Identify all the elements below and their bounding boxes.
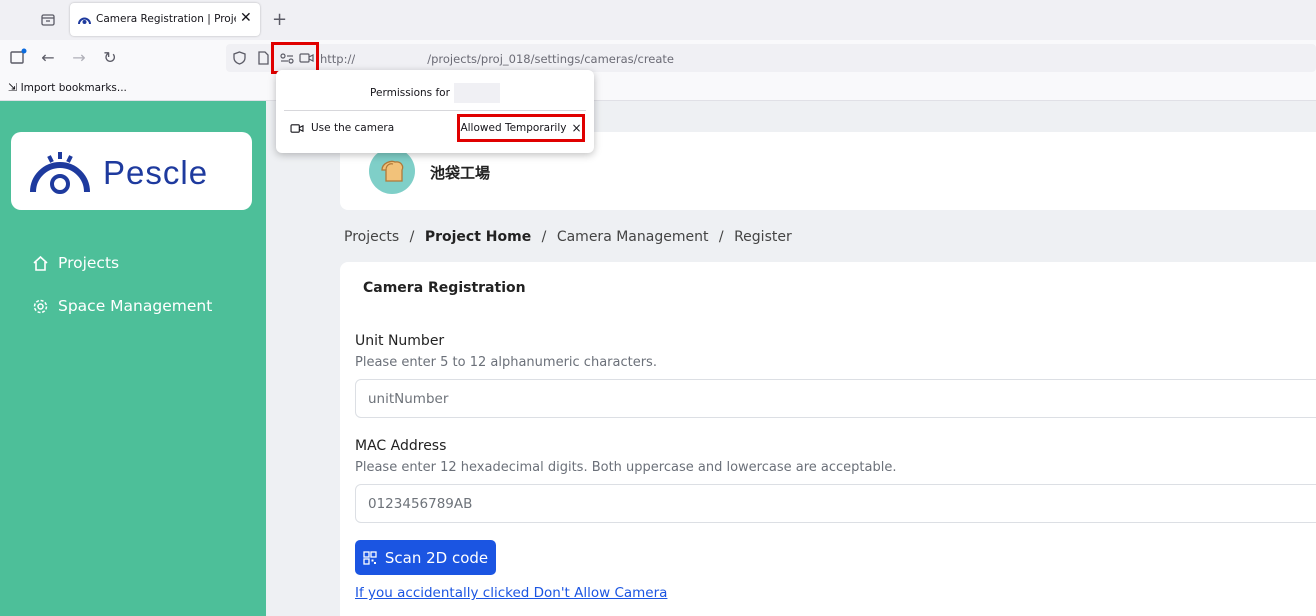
gear-icon <box>33 299 48 313</box>
form-title: Camera Registration <box>363 280 526 296</box>
unit-number-help: Please enter 5 to 12 alphanumeric charac… <box>355 355 657 370</box>
sidebar-item-label: Space Management <box>58 297 213 315</box>
home-icon <box>33 255 48 271</box>
breadcrumb-project-home[interactable]: Project Home <box>425 229 531 245</box>
sidebar-item-space-management[interactable]: Space Management <box>32 297 212 315</box>
camera-permission-row: Use the camera <box>290 122 394 134</box>
scan-button-label: Scan 2D code <box>384 548 489 567</box>
scan-2d-code-button[interactable]: Scan 2D code <box>355 540 496 575</box>
mac-address-placeholder: 0123456789AB <box>368 495 473 512</box>
unit-number-label: Unit Number <box>355 333 445 349</box>
qr-code-icon <box>363 550 377 565</box>
logo-card[interactable]: Pescle <box>11 132 252 210</box>
mac-address-label: MAC Address <box>355 438 447 454</box>
tab-close-icon[interactable]: ✕ <box>240 10 252 26</box>
tab-list-icon[interactable] <box>38 10 58 30</box>
camera-help-link[interactable]: If you accidentally clicked Don't Allow … <box>355 585 667 601</box>
mac-address-help: Please enter 12 hexadecimal digits. Both… <box>355 460 897 475</box>
permissions-header: Permissions for <box>276 83 594 103</box>
popup-divider <box>284 110 586 111</box>
bread-icon <box>381 160 404 182</box>
url-prefix: http:// <box>320 52 356 66</box>
sidebar-item-projects[interactable]: Projects <box>32 254 119 272</box>
camera-registration-card: Camera Registration Unit Number Please e… <box>340 262 1316 616</box>
breadcrumb: Projects / Project Home / Camera Managem… <box>344 229 792 245</box>
permissions-title: Permissions for <box>370 87 450 99</box>
permissions-popup: Permissions for Use the camera Allowed T… <box>276 70 594 153</box>
sidebar-toggle-icon[interactable] <box>8 47 28 67</box>
url-host-redacted <box>355 51 428 63</box>
page-info-icon[interactable] <box>256 50 270 66</box>
reload-icon[interactable]: ↻ <box>100 47 120 67</box>
active-tab[interactable]: Camera Registration | Project M ✕ <box>70 3 260 36</box>
new-tab-button[interactable]: + <box>272 9 287 30</box>
unit-number-input[interactable]: unitNumber <box>355 379 1316 418</box>
import-icon: ⇲ <box>8 81 18 94</box>
breadcrumb-projects[interactable]: Projects <box>344 229 399 245</box>
import-bookmarks-link[interactable]: ⇲ Import bookmarks... <box>8 81 127 94</box>
breadcrumb-camera-management[interactable]: Camera Management <box>557 229 709 245</box>
unit-number-placeholder: unitNumber <box>368 390 449 407</box>
camera-status-label: Allowed Temporarily <box>460 122 567 134</box>
permissions-icon[interactable] <box>279 50 295 66</box>
shield-icon[interactable] <box>231 50 247 66</box>
revoke-permission-icon[interactable]: × <box>571 121 581 135</box>
import-bookmarks-label: Import bookmarks... <box>20 82 127 94</box>
browser-tab-bar: Camera Registration | Project M ✕ + <box>0 0 1316 40</box>
url-text: http:// /projects/proj_018/settings/camer… <box>320 51 674 66</box>
pescle-favicon-icon <box>78 17 91 25</box>
site-redacted <box>453 83 500 103</box>
tab-title: Camera Registration | Project M <box>96 13 236 25</box>
url-path: /projects/proj_018/settings/cameras/crea… <box>427 52 674 66</box>
pescle-logo-icon <box>30 152 90 194</box>
main-content: 池袋工場 Projects / Project Home / Camera Ma… <box>266 101 1316 616</box>
camera-permission-label: Use the camera <box>311 122 395 134</box>
camera-icon <box>290 123 304 133</box>
bookmarks-bar: ⇲ Import bookmarks... <box>0 75 1316 101</box>
sidebar: Pescle Projects Space Management <box>0 101 266 616</box>
site-name: 池袋工場 <box>430 164 491 182</box>
camera-status-chip[interactable]: Allowed Temporarily × <box>457 114 585 142</box>
sidebar-item-label: Projects <box>58 254 120 272</box>
breadcrumb-separator: / <box>718 229 724 245</box>
forward-icon[interactable]: → <box>69 47 89 67</box>
back-icon[interactable]: ← <box>38 47 58 67</box>
camera-permission-icon[interactable] <box>297 50 315 66</box>
avatar <box>369 148 415 194</box>
logo-text: Pescle <box>103 154 209 191</box>
breadcrumb-separator: / <box>409 229 415 245</box>
mac-address-input[interactable]: 0123456789AB <box>355 484 1316 523</box>
breadcrumb-register: Register <box>734 229 792 245</box>
breadcrumb-separator: / <box>541 229 547 245</box>
